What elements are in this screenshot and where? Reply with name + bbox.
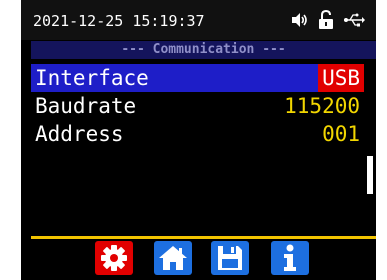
lock-open-icon (318, 9, 334, 34)
scrollbar-thumb[interactable] (367, 156, 373, 194)
setting-value: 115200 (284, 94, 360, 118)
setting-row-baudrate[interactable]: Baudrate 115200 (31, 92, 364, 120)
clock: 2021-12-25 15:19:37 (33, 12, 205, 30)
home-button[interactable] (154, 241, 192, 275)
settings-button[interactable] (95, 241, 133, 275)
setting-row-address[interactable]: Address 001 (31, 120, 364, 148)
info-button[interactable] (271, 241, 309, 275)
setting-label: Address (35, 122, 124, 146)
speaker-icon (290, 10, 308, 34)
setting-label: Interface (35, 66, 149, 90)
device-screen: 2021-12-25 15:19:37 --- Communication --… (21, 0, 376, 280)
save-button[interactable] (211, 241, 249, 275)
toolbar-divider (31, 236, 376, 239)
setting-row-interface[interactable]: Interface USB (31, 64, 364, 92)
setting-value: USB (318, 64, 364, 92)
setting-label: Baudrate (35, 94, 137, 118)
scrollbar[interactable] (365, 62, 375, 234)
status-bar: 2021-12-25 15:19:37 (21, 0, 376, 40)
section-title: --- Communication --- (31, 41, 376, 59)
setting-value: 001 (322, 122, 360, 146)
usb-icon (343, 10, 365, 34)
